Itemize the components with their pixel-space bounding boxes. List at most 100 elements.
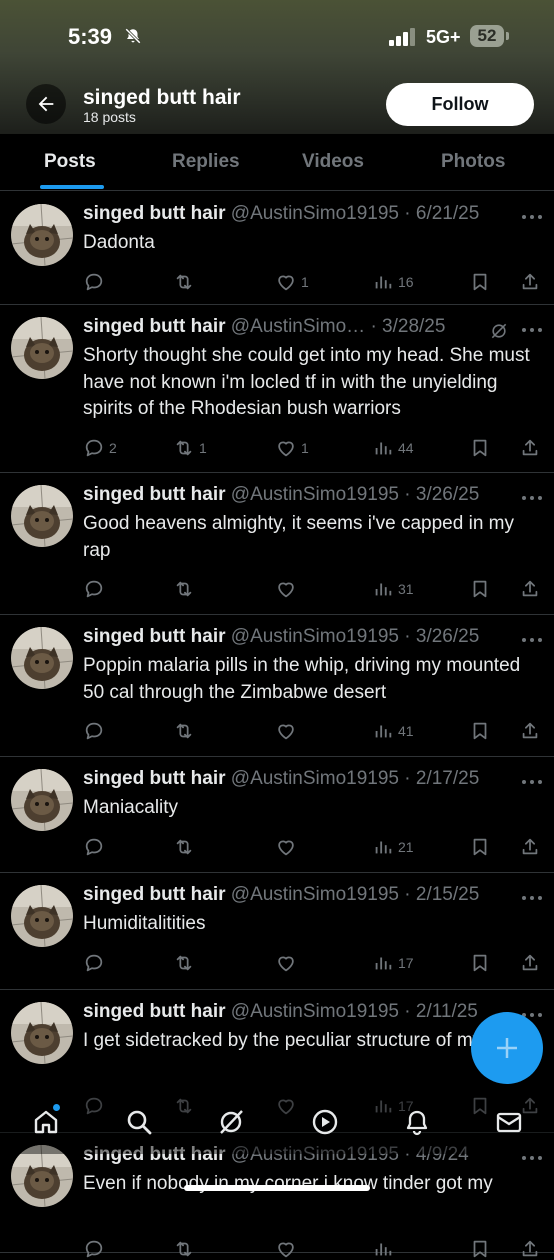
post-header: singed butt hair @AustinSimo19195 · 2/15… [83,884,479,906]
views-button[interactable]: 17 [372,952,414,974]
share-button[interactable] [519,578,541,600]
post-text: Shorty thought she could get into my hea… [83,345,530,419]
repost-icon [176,581,192,597]
author-name[interactable]: singed butt hair [83,768,226,789]
bookmark-button[interactable] [469,1238,491,1260]
share-icon [522,838,538,854]
profile-tabs: Posts Replies Videos Photos [0,134,554,191]
reply-icon [85,439,103,456]
tab-posts[interactable]: Posts [44,151,96,173]
avatar[interactable] [11,204,73,266]
reply-button[interactable]: 2 [83,437,117,459]
share-button[interactable] [519,720,541,742]
views-icon [375,957,392,969]
share-button[interactable] [519,271,541,293]
notifications-icon[interactable] [402,1107,432,1137]
like-button[interactable] [275,836,301,858]
author-name[interactable]: singed butt hair [83,884,226,905]
more-options-icon[interactable] [521,495,543,501]
repost-button[interactable] [173,578,199,600]
bookmark-button[interactable] [469,836,491,858]
reply-button[interactable] [83,1238,109,1260]
post[interactable]: singed butt hair @AustinSimo19195 · 6/21… [0,191,554,305]
views-button[interactable]: 21 [372,836,414,858]
like-button[interactable] [275,952,301,974]
messages-icon[interactable] [494,1107,524,1137]
avatar[interactable] [11,627,73,689]
bookmark-button[interactable] [469,952,491,974]
like-button[interactable] [275,578,301,600]
status-bar: 5:39 5G+ 52 [0,0,554,76]
post[interactable]: singed butt hair @AustinSimo19195 · 2/15… [0,872,554,990]
repost-icon [176,723,192,739]
avatar[interactable] [11,1145,73,1207]
more-options-icon[interactable] [521,327,543,333]
share-button[interactable] [519,437,541,459]
bookmark-button[interactable] [469,578,491,600]
post-meta: @AustinSimo19195 · 2/11/25 [230,1001,478,1022]
back-button[interactable] [26,84,66,124]
avatar[interactable] [11,317,73,379]
more-options-icon[interactable] [521,895,543,901]
views-button[interactable]: 31 [372,578,414,600]
reply-button[interactable] [83,836,109,858]
like-button[interactable]: 1 [275,271,309,293]
views-button[interactable]: 44 [372,437,414,459]
video-icon[interactable] [310,1107,340,1137]
post[interactable]: singed butt hair @AustinSimo19195 · 3/26… [0,614,554,757]
reply-icon [85,580,103,598]
follow-button[interactable]: Follow [386,83,534,126]
more-options-icon[interactable] [521,779,543,785]
avatar[interactable] [11,769,73,831]
post-header: singed butt hair @AustinSimo19195 · 2/17… [83,768,479,790]
post-meta: @AustinSimo19195 · 2/15/25 [230,884,480,905]
tab-replies[interactable]: Replies [172,151,240,173]
like-button[interactable]: 1 [275,437,309,459]
repost-button[interactable] [173,720,199,742]
views-button[interactable]: 41 [372,720,414,742]
reply-button[interactable] [83,271,109,293]
repost-button[interactable] [173,952,199,974]
author-name[interactable]: singed butt hair [83,1001,226,1022]
bookmark-button[interactable] [469,437,491,459]
post[interactable]: singed butt hair @AustinSimo… · 3/28/25 S… [0,304,554,473]
bookmark-button[interactable] [469,271,491,293]
like-button[interactable] [275,1238,301,1260]
repost-button[interactable] [173,1238,199,1260]
compose-button[interactable] [471,1012,543,1084]
post[interactable]: singed butt hair @AustinSimo19195 · 2/17… [0,756,554,873]
author-name[interactable]: singed butt hair [83,316,226,337]
grok-icon[interactable] [489,321,509,341]
avatar[interactable] [11,1002,73,1064]
reply-button[interactable] [83,578,109,600]
grok-icon[interactable] [216,1107,246,1137]
views-button[interactable]: 16 [372,271,414,293]
post-text: Maniacality [83,797,179,818]
author-name[interactable]: singed butt hair [83,626,226,647]
share-button[interactable] [519,836,541,858]
author-name[interactable]: singed butt hair [83,203,226,224]
reply-button[interactable] [83,952,109,974]
author-name[interactable]: singed butt hair [83,484,226,505]
more-options-icon[interactable] [521,1155,543,1161]
views-button[interactable] [372,1238,398,1260]
repost-button[interactable]: 1 [173,437,207,459]
search-icon[interactable] [124,1107,154,1137]
repost-button[interactable] [173,836,199,858]
share-button[interactable] [519,1238,541,1260]
home-icon[interactable] [31,1107,61,1137]
bookmark-button[interactable] [469,720,491,742]
views-count: 16 [398,273,414,290]
share-button[interactable] [519,952,541,974]
reply-button[interactable] [83,720,109,742]
like-button[interactable] [275,720,301,742]
avatar[interactable] [11,885,73,947]
more-options-icon[interactable] [521,637,543,643]
repost-button[interactable] [173,271,199,293]
post-text: Poppin malaria pills in the whip, drivin… [83,655,521,703]
avatar[interactable] [11,485,73,547]
more-options-icon[interactable] [521,214,543,220]
tab-photos[interactable]: Photos [441,151,505,173]
post[interactable]: singed butt hair @AustinSimo19195 · 3/26… [0,472,554,615]
tab-videos[interactable]: Videos [302,151,364,173]
